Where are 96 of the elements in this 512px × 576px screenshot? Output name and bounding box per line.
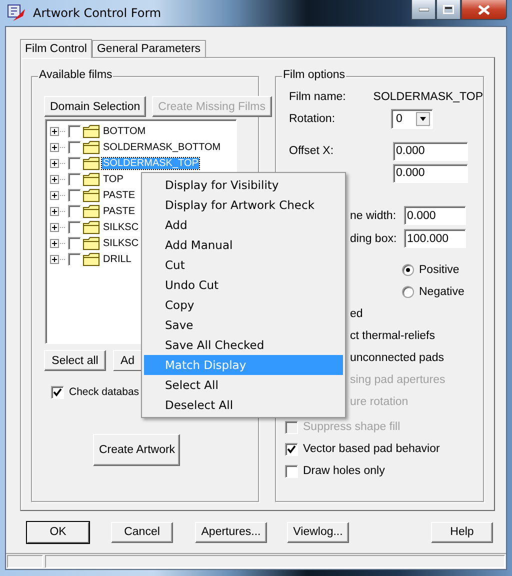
menu-item[interactable]: Select All <box>144 375 343 395</box>
close-icon <box>478 4 490 14</box>
film-name-label: Film name: <box>289 91 347 103</box>
option-label: Vector based pad behavior <box>302 443 441 455</box>
expand-icon[interactable] <box>50 174 66 184</box>
folder-icon <box>83 172 100 186</box>
radio-label: Negative <box>419 286 464 298</box>
radio-label: Positive <box>419 264 460 276</box>
add-button[interactable]: Ad <box>113 350 141 371</box>
dialog-button[interactable]: OK <box>27 522 89 542</box>
option-label: Draw holes only <box>302 465 386 477</box>
checkbox[interactable] <box>285 442 298 456</box>
checkbox[interactable] <box>51 386 64 398</box>
film-name[interactable]: PASTE <box>102 206 136 216</box>
film-name-value: SOLDERMASK_TOP <box>373 91 483 103</box>
minimize-icon <box>418 8 428 12</box>
folder-icon <box>83 140 100 154</box>
expand-icon[interactable] <box>50 142 66 152</box>
checkbox[interactable] <box>68 220 81 234</box>
checkbox[interactable] <box>68 124 81 138</box>
checkbox[interactable] <box>68 236 81 250</box>
line-width-field[interactable]: 0.000 <box>404 206 466 225</box>
checkbox[interactable] <box>68 188 81 202</box>
expand-icon[interactable] <box>50 238 66 248</box>
radio-button[interactable] <box>402 264 414 276</box>
group-title: Film options <box>282 69 346 81</box>
menu-item[interactable]: Add <box>144 215 343 235</box>
select-all-button[interactable]: Select all <box>44 350 106 371</box>
expand-icon[interactable] <box>50 190 66 200</box>
menu-item[interactable]: Display for Artwork Check <box>144 195 343 215</box>
expand-icon[interactable] <box>50 206 66 216</box>
dialog-button[interactable]: Cancel <box>111 522 173 542</box>
rotation-label: Rotation: <box>289 113 336 125</box>
expand-icon[interactable] <box>50 158 66 168</box>
menu-item[interactable]: Add Manual <box>144 235 343 255</box>
bounding-box-label: ding box: <box>350 232 398 244</box>
film-name[interactable]: SILKSC <box>102 238 140 248</box>
folder-icon <box>83 220 100 234</box>
create-artwork-button[interactable]: Create Artwork <box>93 434 180 466</box>
maximize-button[interactable] <box>436 0 461 20</box>
option-label: ure rotation <box>349 396 410 408</box>
film-name[interactable]: DRILL <box>102 254 132 264</box>
app-icon <box>7 4 27 22</box>
dialog-button[interactable]: Viewlog... <box>287 522 349 542</box>
bounding-box-field[interactable]: 100.000 <box>404 229 466 248</box>
folder-icon <box>83 252 100 266</box>
group-title: Available films <box>38 69 114 81</box>
menu-item[interactable]: Deselect All <box>144 395 343 415</box>
film-name[interactable]: TOP <box>102 174 124 184</box>
menu-item[interactable]: Save All Checked <box>144 335 343 355</box>
checkbox[interactable] <box>68 172 81 186</box>
menu-item[interactable]: Display for Visibility <box>144 175 343 195</box>
film-name[interactable]: PASTE <box>102 190 136 200</box>
option-label: unconnected pads <box>349 352 445 364</box>
expand-icon[interactable] <box>50 222 66 232</box>
folder-icon <box>83 204 100 218</box>
domain-selection-button[interactable]: Domain Selection <box>44 96 146 117</box>
checkbox[interactable] <box>285 464 298 478</box>
radio-button[interactable] <box>402 286 414 298</box>
option-label: ct thermal-reliefs <box>349 330 436 342</box>
film-name[interactable]: BOTTOM <box>102 126 147 136</box>
folder-icon <box>83 188 100 202</box>
window-title: Artwork Control Form <box>33 6 162 20</box>
check-database-label: Check databas <box>68 386 140 398</box>
checkbox[interactable] <box>68 140 81 154</box>
tab[interactable]: Film Control <box>20 39 92 58</box>
option-label: sing pad apertures <box>349 374 446 386</box>
folder-icon <box>83 236 100 250</box>
offset-y-field[interactable]: 0.000 <box>393 164 468 182</box>
offset-x-field[interactable]: 0.000 <box>393 142 468 160</box>
expand-icon[interactable] <box>50 254 66 264</box>
expand-icon[interactable] <box>50 126 66 136</box>
line-width-label: ne width: <box>350 210 398 222</box>
folder-icon <box>83 156 100 170</box>
dialog-button[interactable]: Apertures... <box>195 522 267 542</box>
film-name[interactable]: SOLDERMASK_BOTTOM <box>102 142 222 152</box>
checkbox[interactable] <box>68 156 81 170</box>
menu-item[interactable]: Cut <box>144 255 343 275</box>
checkbox[interactable] <box>68 252 81 266</box>
menu-item[interactable]: Save <box>144 315 343 335</box>
menu-item[interactable]: Copy <box>144 295 343 315</box>
option-label: ed <box>349 308 364 320</box>
close-button[interactable] <box>461 0 507 20</box>
option-label: Suppress shape fill <box>302 421 402 433</box>
dialog-button[interactable]: Help <box>431 522 493 542</box>
maximize-icon <box>443 5 454 14</box>
film-name[interactable]: SILKSC <box>102 222 140 232</box>
check-icon <box>287 444 296 454</box>
minimize-button[interactable] <box>411 0 436 20</box>
checkbox[interactable] <box>68 204 81 218</box>
tab[interactable]: General Parameters <box>92 40 206 57</box>
check-icon <box>53 388 62 396</box>
rotation-dropdown[interactable]: 0 <box>391 109 433 129</box>
menu-item[interactable]: Undo Cut <box>144 275 343 295</box>
offset-x-label: Offset X: <box>289 145 335 157</box>
folder-icon <box>83 124 100 138</box>
